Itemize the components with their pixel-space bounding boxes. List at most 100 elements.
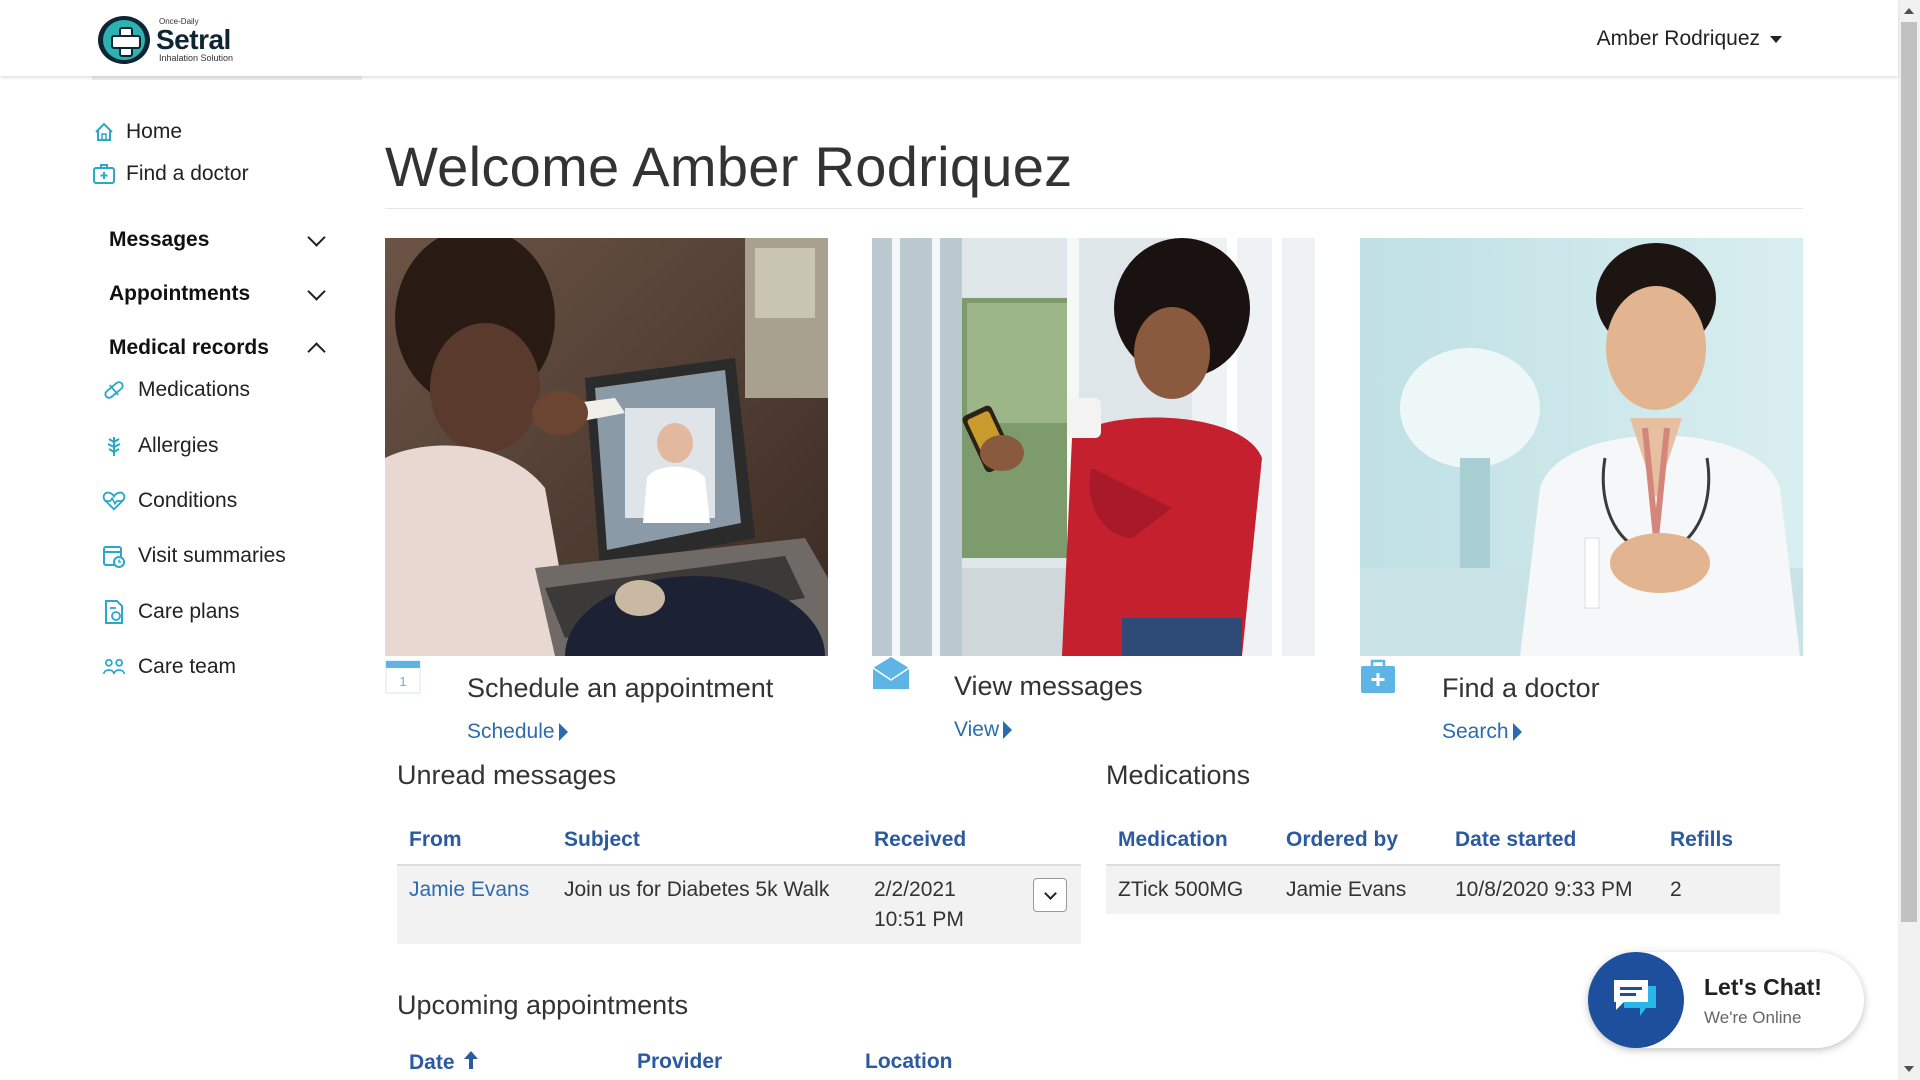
doctor-bag-icon (92, 162, 116, 186)
sidebar-section-appointments[interactable]: Appointments (109, 281, 329, 306)
home-icon (92, 120, 116, 144)
top-header: Once-Daily Setral Inhalation Solution Am… (0, 0, 1898, 76)
column-label: Date (409, 1051, 455, 1074)
column-header-ordered-by[interactable]: Ordered by (1274, 816, 1443, 866)
chevron-down-icon (1043, 886, 1057, 900)
medications-table: Medication Ordered by Date started Refil… (1106, 816, 1780, 914)
page-title: Welcome Amber Rodriquez (385, 135, 1073, 198)
refills: 2 (1658, 865, 1780, 914)
user-menu[interactable]: Amber Rodriquez (1597, 27, 1782, 51)
column-header-refills[interactable]: Refills (1658, 816, 1780, 866)
column-header-from[interactable]: From (397, 816, 552, 866)
logo-name: Setral (156, 23, 231, 55)
sidebar-item-label: Care plans (138, 600, 240, 623)
sidebar-item-care-team[interactable]: Care team (102, 655, 236, 679)
user-name: Amber Rodriquez (1596, 27, 1760, 50)
table-row: ZTick 500MG Jamie Evans 10/8/2020 9:33 P… (1106, 865, 1780, 914)
title-divider (385, 208, 1803, 209)
view-messages-card: View messages View (872, 238, 1315, 741)
chevron-down-icon (307, 281, 326, 301)
column-header-provider[interactable]: Provider (637, 1050, 722, 1074)
schedule-link[interactable]: Schedule (467, 720, 568, 744)
team-icon (102, 655, 126, 679)
medical-kit-icon (1360, 658, 1396, 694)
chat-widget[interactable]: Let's Chat! We're Online (1588, 952, 1864, 1048)
link-label: View (954, 718, 1000, 741)
column-header-received[interactable]: Received (862, 816, 1021, 866)
sidebar-item-care-plans[interactable]: Care plans (102, 600, 240, 624)
triangle-right-icon (1003, 721, 1013, 739)
heart-pulse-icon (102, 489, 126, 513)
medication-name: ZTick 500MG (1106, 865, 1274, 914)
section-label: Messages (109, 228, 210, 251)
chevron-down-icon (307, 227, 326, 247)
column-header-date[interactable]: Date (409, 1050, 479, 1076)
message-received: 2/2/2021 10:51 PM (862, 865, 1021, 944)
card-title: View messages (954, 671, 1143, 701)
chevron-up-icon (307, 341, 326, 361)
sort-up-arrow-icon (463, 1050, 479, 1076)
view-link[interactable]: View (954, 718, 1013, 742)
date-started: 10/8/2020 9:33 PM (1443, 865, 1658, 914)
doctor-photo (1360, 238, 1803, 656)
scroll-up-arrow-icon[interactable] (1904, 8, 1914, 14)
sidebar-item-find-doctor[interactable]: Find a doctor (92, 162, 249, 186)
calendar-icon: 1 (385, 658, 421, 694)
section-label: Medical records (109, 336, 269, 359)
triangle-right-icon (558, 723, 568, 741)
sidebar-section-messages[interactable]: Messages (109, 227, 329, 252)
sidebar-item-visit-summaries[interactable]: Visit summaries (102, 544, 286, 568)
column-header-location[interactable]: Location (865, 1050, 953, 1074)
column-header-subject[interactable]: Subject (552, 816, 862, 866)
link-label: Search (1442, 720, 1509, 743)
received-date: 2/2/2021 (874, 878, 956, 901)
sidebar-item-label: Medications (138, 378, 251, 401)
caret-down-icon (1770, 35, 1782, 43)
vertical-scrollbar[interactable] (1898, 0, 1920, 1080)
svg-text:1: 1 (399, 674, 406, 689)
column-header-date-started[interactable]: Date started (1443, 816, 1658, 866)
sidebar-item-medications[interactable]: Medications (102, 378, 250, 402)
message-from-link[interactable]: Jamie Evans (397, 865, 552, 944)
medications-title: Medications (1106, 760, 1251, 790)
expand-row-button[interactable] (1033, 878, 1067, 912)
logo-cross-icon (98, 16, 150, 64)
upcoming-appointments-title: Upcoming appointments (397, 990, 689, 1020)
sidebar-item-conditions[interactable]: Conditions (102, 489, 237, 513)
logo-tagline: Inhalation Solution (159, 52, 234, 63)
sidebar-item-home[interactable]: Home (92, 120, 182, 144)
chat-status: We're Online (1704, 1008, 1802, 1027)
scroll-down-arrow-icon[interactable] (1904, 1066, 1914, 1072)
pill-icon (102, 378, 126, 402)
column-header-medication[interactable]: Medication (1106, 816, 1274, 866)
scroll-thumb[interactable] (1901, 22, 1917, 922)
received-time: 10:51 PM (874, 908, 964, 931)
card-title: Schedule an appointment (467, 673, 774, 703)
expand-cell (1021, 865, 1081, 944)
sidebar-item-label: Visit summaries (138, 544, 286, 567)
triangle-right-icon (1512, 723, 1522, 741)
search-link[interactable]: Search (1442, 720, 1522, 744)
link-label: Schedule (467, 720, 555, 743)
sidebar-section-medical-records[interactable]: Medical records (109, 336, 329, 361)
woman-phone-photo (872, 238, 1315, 656)
sidebar-item-label: Allergies (138, 434, 219, 457)
sidebar-item-label: Conditions (138, 489, 238, 512)
chat-title: Let's Chat! (1704, 974, 1822, 1000)
care-plan-icon (102, 600, 126, 624)
column-label: Provider (637, 1050, 723, 1073)
column-label: Location (865, 1050, 953, 1073)
find-doctor-card: Find a doctor Search (1360, 238, 1803, 743)
setral-logo[interactable]: Once-Daily Setral Inhalation Solution (98, 16, 233, 64)
calendar-clock-icon (102, 544, 126, 568)
sidebar-item-label: Home (126, 120, 183, 143)
envelope-icon (872, 656, 910, 692)
chat-bubble-icon (1588, 952, 1684, 1048)
sidebar-divider (92, 76, 362, 80)
card-title: Find a doctor (1442, 673, 1600, 703)
unread-messages-table: From Subject Received Jamie Evans Join u… (397, 816, 1081, 944)
telehealth-photo (385, 238, 828, 656)
allergy-icon (102, 434, 126, 458)
sidebar-item-allergies[interactable]: Allergies (102, 434, 219, 458)
section-label: Appointments (109, 282, 251, 305)
